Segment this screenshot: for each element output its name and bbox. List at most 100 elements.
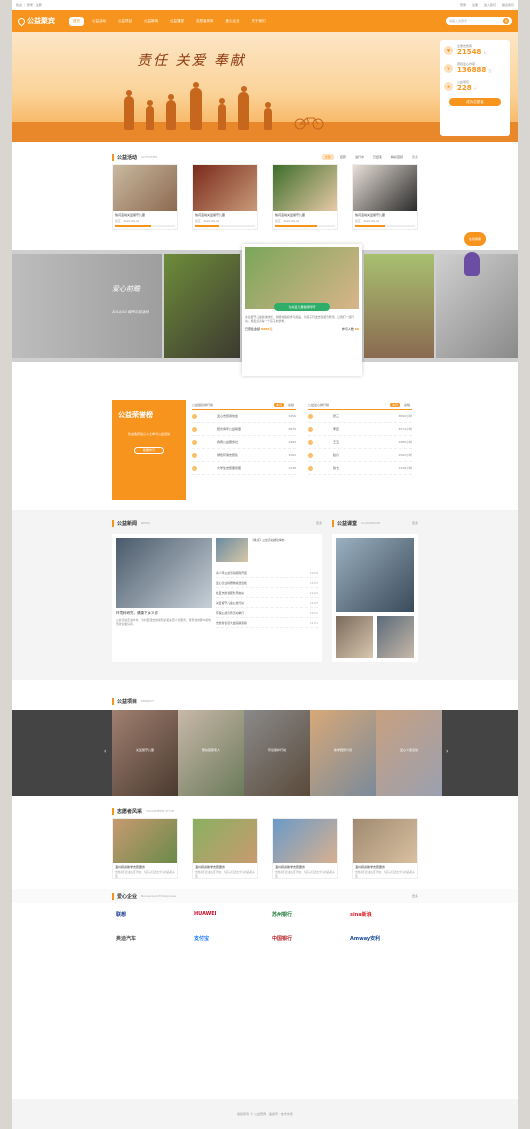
bicycle-icon (294, 117, 324, 130)
stat-unit: 个 (473, 87, 477, 91)
partner-logo[interactable]: HUAWEI (194, 907, 254, 921)
news-heads: 公益新闻 NEWS 更多 公益课堂 CLASSROOM 更多 (12, 516, 518, 530)
search-box[interactable]: 请输入关键字 搜 (446, 17, 512, 25)
news-side-top[interactable]: 【重点】公益活动成功举办 (216, 538, 318, 562)
partner-logo[interactable]: Amway安利 (350, 931, 410, 945)
nav-item-activities[interactable]: 公益活动 (88, 17, 110, 26)
table-row: 爱心志愿者协会 3256 (192, 410, 296, 423)
news-item-date: 12-02 (309, 610, 318, 615)
partner-logo[interactable]: 奥迪汽车 (116, 931, 176, 945)
tab-review[interactable]: 精彩回顾 (388, 154, 406, 160)
activity-progress (275, 225, 335, 227)
nav-item-news[interactable]: 公益新闻 (140, 17, 162, 26)
list-item[interactable]: 社区志愿者服务周启动 12-04 (216, 588, 318, 598)
rank-value: 1562小时 (398, 453, 412, 457)
list-item[interactable]: 志愿者表彰大会圆满落幕 12-01 (216, 618, 318, 628)
top-link-register[interactable]: 注册 (472, 3, 478, 7)
tab-all[interactable]: 全部 (321, 154, 334, 160)
site-name: 公益聚宾 (27, 17, 55, 25)
toggle-month[interactable]: 本月 (389, 402, 400, 407)
activity-meta: 北京 · 2023-06-01 (195, 219, 220, 223)
project-label: 环境保护行动 (267, 748, 286, 752)
partner-logo[interactable]: 支付宝 (194, 931, 254, 945)
volunteer-image (113, 819, 177, 863)
partner-logo[interactable]: sina新浪 (350, 907, 410, 921)
nav-item-enterprises[interactable]: 爱心企业 (222, 17, 244, 26)
project-item[interactable]: 助学圆梦计划 (310, 710, 376, 796)
mascot-icon[interactable] (464, 252, 480, 276)
partners-en: Benevolent Enterprises (141, 894, 176, 899)
become-volunteer-button[interactable]: 成为志愿者 (449, 98, 501, 106)
news-more-link[interactable]: 更多 (316, 521, 322, 525)
partner-logo[interactable]: 联想 (116, 907, 176, 921)
news-lead[interactable]: 环境科研究，健康下乡义诊 公益活动走进乡村，为村民送去健康知识和免费义诊服务，受… (116, 538, 212, 658)
chevron-right-icon[interactable]: › (446, 748, 448, 755)
tab-ended[interactable]: 已结束 (370, 154, 385, 160)
top-link-join[interactable]: 加入我们 (484, 3, 496, 7)
projects-section: 公益项目 PROJECT ‹ 关爱留守儿童 帮扶孤寡老人 环境保护行动 助学圆梦… (12, 694, 518, 796)
project-item[interactable]: 爱心义卖活动 (376, 710, 442, 796)
nav-item-projects[interactable]: 公益项目 (114, 17, 136, 26)
list-item[interactable]: 关爱留守儿童公益行动 12-03 (216, 598, 318, 608)
nav-item-classroom[interactable]: 公益课堂 (166, 17, 188, 26)
rank-name: 王五 (333, 440, 340, 444)
table-row: 阳光青年公益联盟 2876 (192, 423, 296, 436)
tab-recruiting[interactable]: 招募 (337, 154, 349, 160)
news-list: 青少年公益活动顺利开展 12-06 爱心企业捐赠物资送温暖 12-05 社区志愿者服… (216, 568, 318, 628)
coin-icon: ¥ (444, 63, 453, 73)
stat-unit: 元 (488, 69, 492, 73)
class-more-link[interactable]: 更多 (412, 521, 418, 525)
online-service-button[interactable]: 在线客服 (464, 232, 486, 246)
volunteer-image (353, 819, 417, 863)
classroom-main-image[interactable] (336, 538, 414, 612)
volunteer-card[interactable]: 温州捐资助学志愿服务 志愿者们走进山区学校，为孩子们送去学习用品和关爱。 (272, 818, 338, 880)
nav-item-about[interactable]: 关于我们 (248, 17, 270, 26)
love-preview-sub: 2014/10 相关公益活动 (112, 310, 149, 314)
page: 欢迎 ｜ 登录 · 注册 登录 注册 加入我们 联系我们 公益聚宾 首页 公益活… (12, 0, 518, 1129)
toggle-total[interactable]: 总榜 (286, 403, 296, 407)
volunteer-card[interactable]: 温州捐资助学志愿服务 志愿者们走进山区学校，为孩子们送去学习用品和关爱。 (112, 818, 178, 880)
rank-name: 阳光青年公益联盟 (217, 427, 242, 431)
partners-more-link[interactable]: 更多 (412, 894, 418, 898)
activity-card[interactable]: 快闪活动关爱留守儿童 北京 · 2023-06-01 (272, 164, 338, 230)
search-button[interactable]: 搜 (503, 18, 509, 24)
volunteer-card[interactable]: 温州捐资助学志愿服务 志愿者们走进山区学校，为孩子们送去学习用品和关爱。 (352, 818, 418, 880)
top-link-contact[interactable]: 联系我们 (502, 3, 514, 7)
list-item[interactable]: 爱心企业捐赠物资送温暖 12-05 (216, 578, 318, 588)
chevron-left-icon[interactable]: ‹ (104, 748, 106, 755)
partner-logo[interactable]: 苏州银行 (272, 907, 332, 921)
nav-item-home[interactable]: 首页 (69, 16, 84, 26)
featured-activity-card[interactable]: 为关爱儿童健康呼吁 关注留守儿童健康成长，捐赠书籍和学习用品，为孩子们送去温暖与… (242, 244, 362, 376)
activity-card[interactable]: 快闪活动关爱留守儿童 北京 · 2023-06-01 (352, 164, 418, 230)
activity-card[interactable]: 快闪活动关爱留守儿童 北京 · 2023-06-01 (112, 164, 178, 230)
news-en: NEWS (141, 521, 151, 525)
classroom-thumb[interactable] (377, 616, 414, 658)
stat-volunteers: ♥ 注册志愿者 21548 人 (444, 44, 506, 56)
family-silhouette (264, 102, 272, 130)
site-logo[interactable]: 公益聚宾 (16, 16, 55, 26)
list-item[interactable]: 环保公益宣传活动举行 12-02 (216, 608, 318, 618)
site-footer: 版权所有 © 公益聚宾 · 备案号 · 技术支持 (12, 1099, 518, 1129)
volunteer-card[interactable]: 温州捐资助学志愿服务 志愿者们走进山区学校，为孩子们送去学习用品和关爱。 (192, 818, 258, 880)
tab-ongoing[interactable]: 进行中 (352, 154, 367, 160)
activity-progress (355, 225, 415, 227)
family-silhouette (166, 94, 176, 130)
activities-more-link[interactable]: 更多 (412, 155, 418, 159)
partner-logo[interactable]: 中国银行 (272, 931, 332, 945)
project-item[interactable]: 帮扶孤寡老人 (178, 710, 244, 796)
ranking-join-button[interactable]: 我要参与 (134, 447, 164, 454)
toggle-month[interactable]: 本月 (273, 402, 284, 407)
toggle-total[interactable]: 总榜 (402, 403, 412, 407)
project-item[interactable]: 环境保护行动 (244, 710, 310, 796)
activity-card[interactable]: 快闪活动关爱留守儿童 北京 · 2023-06-01 (192, 164, 258, 230)
list-item[interactable]: 青少年公益活动顺利开展 12-06 (216, 568, 318, 578)
partner-logos: 联想 HUAWEI 苏州银行 sina新浪 奥迪汽车 支付宝 中国银行 Amwa… (12, 903, 518, 949)
activity-title: 快闪活动关爱留守儿童 (195, 213, 226, 217)
search-input[interactable]: 请输入关键字 (449, 19, 467, 23)
person-ranking-title: 公益爱心排行榜 (308, 402, 330, 407)
classroom-thumb[interactable] (336, 616, 373, 658)
project-item[interactable]: 关爱留守儿童 (112, 710, 178, 796)
nav-item-volunteers[interactable]: 志愿者风采 (192, 17, 218, 26)
featured-image (245, 247, 359, 309)
top-link-login[interactable]: 登录 (460, 3, 466, 7)
